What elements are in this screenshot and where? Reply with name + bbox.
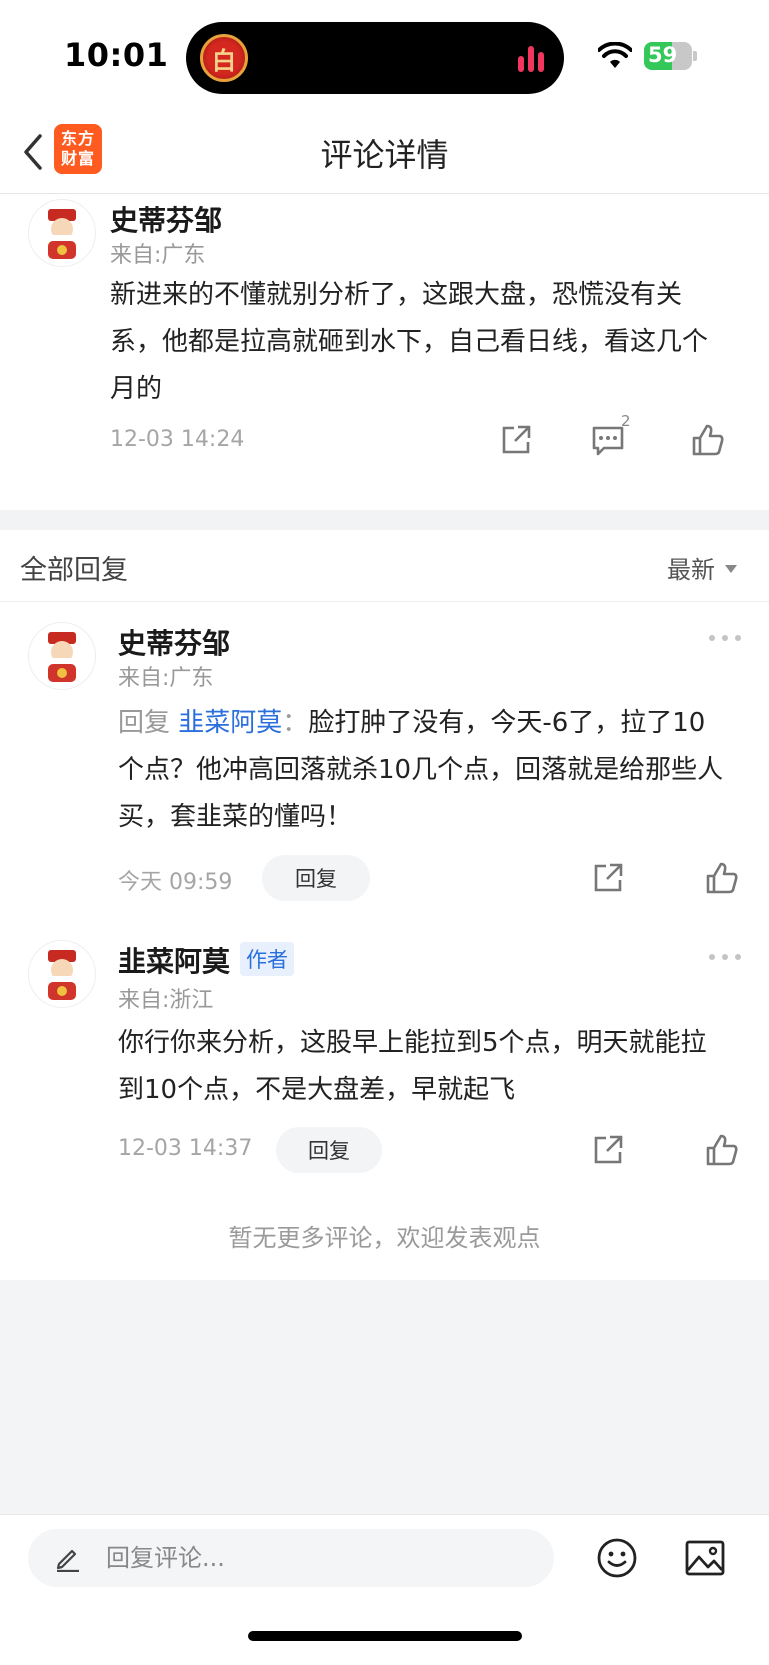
reply-location: 来自:广东: [118, 666, 214, 691]
avatar[interactable]: [28, 622, 96, 690]
reply-text-block: 回复 韭菜阿莫：脸打肿了没有，今天-6了，拉了10个点？他冲高回落就杀10几个点…: [118, 700, 728, 841]
reply-author[interactable]: 韭菜阿莫: [118, 940, 230, 980]
battery-indicator: 59: [644, 42, 697, 70]
nav-bar: 东方 财富 评论详情: [0, 112, 769, 194]
reply-colon: ：: [282, 708, 309, 738]
reply-input[interactable]: [106, 1539, 526, 1577]
share-icon[interactable]: [590, 1132, 626, 1168]
mention-link[interactable]: 韭菜阿莫: [178, 708, 282, 738]
like-icon[interactable]: [704, 860, 740, 896]
comment-location: 来自:广东: [110, 243, 206, 268]
fortune-god-avatar-icon: [48, 632, 76, 682]
comment-time: 12-03 14:24: [110, 427, 245, 452]
reply-time: 12-03 14:37: [118, 1136, 253, 1161]
status-bar: 10:01 白 59: [0, 0, 769, 112]
reply-button[interactable]: 回复: [276, 1127, 382, 1173]
avatar[interactable]: [28, 199, 96, 267]
empty-area: [0, 1280, 769, 1514]
replies-header: 全部回复 最新: [0, 530, 769, 602]
fortune-god-avatar-icon: [48, 950, 76, 1000]
fortune-god-avatar-icon: [48, 209, 76, 259]
share-icon[interactable]: [498, 422, 534, 458]
main-comment: 史蒂芬邹 来自:广东 新进来的不懂就别分析了，这跟大盘，恐慌没有关系，他都是拉高…: [0, 195, 769, 510]
reply-button[interactable]: 回复: [262, 855, 370, 901]
section-divider: [0, 510, 769, 530]
end-of-comments-note: 暂无更多评论，欢迎发表观点: [228, 1224, 541, 1252]
author-badge: 作者: [240, 942, 294, 976]
sort-dropdown[interactable]: 最新: [667, 550, 737, 585]
dynamic-island[interactable]: 白: [186, 22, 564, 94]
more-options-icon[interactable]: [709, 954, 741, 962]
sort-label: 最新: [667, 556, 715, 584]
status-time: 10:01: [64, 36, 169, 74]
reply-time: 今天 09:59: [118, 870, 233, 895]
audio-bars-icon: [518, 44, 544, 72]
reply-prefix: 回复: [118, 708, 171, 738]
home-indicator[interactable]: [248, 1631, 522, 1641]
battery-percent: 59: [648, 43, 678, 67]
reply-input-box[interactable]: [28, 1529, 554, 1587]
replies-title: 全部回复: [20, 555, 128, 586]
wifi-icon: [598, 42, 632, 68]
comment-author[interactable]: 史蒂芬邹: [110, 199, 222, 239]
reply-count: 2: [621, 412, 631, 430]
share-icon[interactable]: [590, 860, 626, 896]
reply-location: 来自:浙江: [118, 988, 214, 1013]
input-bar: [0, 1514, 769, 1665]
like-icon[interactable]: [690, 422, 726, 458]
avatar[interactable]: [28, 940, 96, 1008]
like-icon[interactable]: [704, 1132, 740, 1168]
image-icon[interactable]: [684, 1539, 726, 1577]
emoji-icon[interactable]: [596, 1537, 638, 1579]
pencil-icon: [56, 1549, 79, 1572]
more-options-icon[interactable]: [709, 635, 741, 643]
reply-text: 你行你来分析，这股早上能拉到5个点，明天就能拉到10个点，不是大盘差，早就起飞: [118, 1028, 707, 1105]
island-app-icon: 白: [200, 34, 248, 82]
caret-down-icon: [725, 564, 737, 573]
comment-text: 新进来的不懂就别分析了，这跟大盘，恐慌没有关系，他都是拉高就砸到水下，自己看日线…: [110, 280, 709, 404]
page-title: 评论详情: [320, 136, 449, 174]
reply-author[interactable]: 史蒂芬邹: [118, 622, 230, 662]
